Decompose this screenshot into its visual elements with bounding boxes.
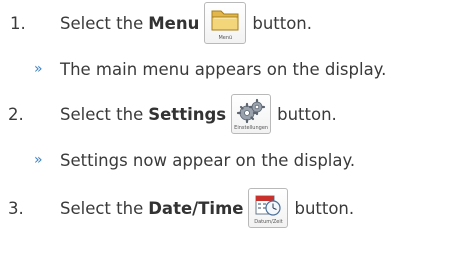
step-text: Select the Menu Menü button. <box>60 2 312 44</box>
step-ui-name: Date/Time <box>148 198 244 218</box>
step-number: 3. <box>8 198 24 218</box>
folder-icon <box>211 10 239 31</box>
step-number: 2. <box>8 104 24 124</box>
calendar-clock-icon <box>255 195 282 216</box>
gear-icon <box>237 98 266 124</box>
step-ui-name: Menu <box>148 13 200 33</box>
settings-button[interactable]: Einstellungen <box>231 94 272 134</box>
step-suffix: button. <box>252 13 313 33</box>
step-text: Select the Settings Einstellungen button… <box>60 94 337 134</box>
step-number: 1. <box>10 13 26 33</box>
icon-caption: Menü <box>218 35 233 41</box>
step-ui-name: Settings <box>148 104 227 124</box>
bullet-icon: » <box>34 61 43 77</box>
result-text: The main menu appears on the display. <box>60 59 387 79</box>
step-prefix: Select the <box>60 13 144 33</box>
date-time-button[interactable]: Datum/Zeit <box>248 188 289 228</box>
bullet-icon: » <box>34 152 43 168</box>
icon-caption: Einstellungen <box>234 125 269 131</box>
menu-button[interactable]: Menü <box>204 2 247 44</box>
step-suffix: button. <box>277 104 337 124</box>
step-prefix: Select the <box>60 198 144 218</box>
icon-caption: Datum/Zeit <box>254 219 283 225</box>
step-prefix: Select the <box>60 104 144 124</box>
step-text: Select the Date/Time Datum/Zeit button. <box>60 188 354 228</box>
result-text: Settings now appear on the display. <box>60 150 356 170</box>
step-suffix: button. <box>294 198 355 218</box>
